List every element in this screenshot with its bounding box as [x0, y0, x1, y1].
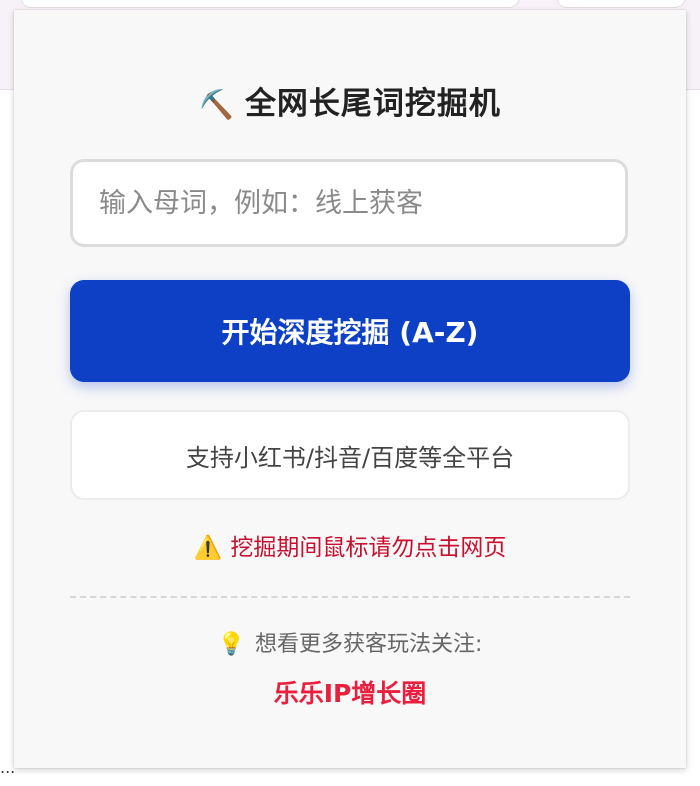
- browser-tab[interactable]: [20, 0, 520, 8]
- extension-popup: ⛏️全网长尾词挖掘机 开始深度挖掘 (A-Z) 支持小红书/抖音/百度等全平台 …: [14, 10, 686, 768]
- warning-icon: ⚠️: [193, 535, 223, 561]
- start-mining-button[interactable]: 开始深度挖掘 (A-Z): [70, 280, 630, 382]
- warning-text: 挖掘期间鼠标请勿点击网页: [230, 535, 507, 561]
- page-title: ⛏️ 全网长尾词挖掘机: [14, 78, 686, 123]
- warning-message: ⚠️ 挖掘期间鼠标请勿点击网页: [14, 528, 686, 562]
- dashed-divider: [70, 596, 630, 598]
- title-text: 全网长尾词挖掘机: [244, 86, 501, 122]
- follow-prompt: 💡 想看更多获客玩法关注:: [14, 626, 686, 658]
- keyword-input[interactable]: [70, 159, 628, 247]
- platform-support-note: 支持小红书/抖音/百度等全平台: [70, 410, 630, 500]
- brand-link[interactable]: 乐乐IP增长圈: [14, 674, 686, 710]
- pickaxe-icon: ⛏️: [199, 88, 235, 121]
- follow-text: 想看更多获客玩法关注:: [254, 632, 483, 657]
- platform-support-text: 支持小红书/抖音/百度等全平台: [185, 443, 515, 472]
- browser-toolbar-button[interactable]: [556, 0, 686, 8]
- page-ellipsis: ...: [0, 758, 16, 777]
- lightbulb-icon: 💡: [217, 632, 245, 657]
